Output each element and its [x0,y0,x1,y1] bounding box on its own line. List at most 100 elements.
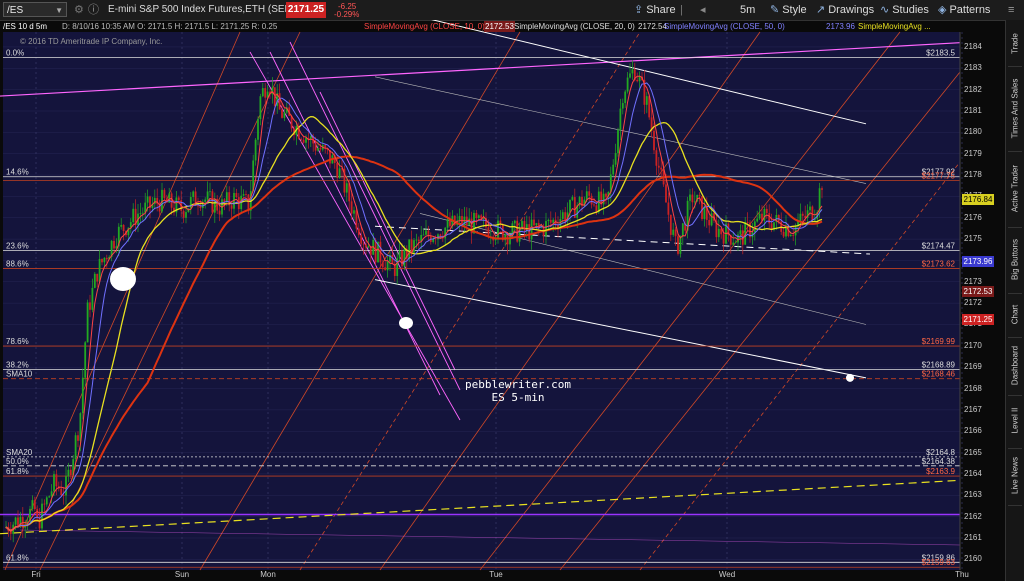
y-tick-label: 2164 [964,468,982,478]
candle-body [230,205,233,209]
candle-body [199,206,202,209]
candle-body [703,206,706,220]
candle-body [14,517,17,525]
y-tick-label: 2184 [964,41,982,51]
candle-body [283,112,286,118]
y-tick-label: 2179 [964,148,982,158]
candle-body [588,191,591,196]
candle-body [53,474,55,492]
sma10-value: 2172.53 [484,21,515,32]
candle-body [132,208,135,223]
interval-button[interactable]: 5m [740,0,755,20]
candle-body [413,240,415,253]
studies-button[interactable]: ∿ Studies [880,0,929,20]
candle-body [317,148,319,151]
candle-body [43,503,46,505]
y-tick-label: 2182 [964,84,982,94]
candle-body [192,191,195,197]
candle-body [545,221,547,236]
style-button[interactable]: ✎ Style [770,0,807,20]
y-tick-label: 2169 [964,362,982,372]
info-icon[interactable]: ⓘ [88,0,99,20]
candle-body [398,250,401,259]
chevron-down-icon[interactable]: ▼ [55,3,63,18]
candle-body [801,213,804,216]
candle-body [105,257,108,260]
candle-body [624,91,627,104]
x-tick-label: Sun [175,570,189,579]
y-tick-label: 2173 [964,276,982,286]
share-button[interactable]: ⇪ Share [634,0,676,20]
sidebar-tab[interactable]: Level II [1006,399,1024,444]
sidebar-tab[interactable]: Chart [1006,297,1024,333]
price-chart[interactable]: 0.0% $2183.514.6% $2177.92$2177.7523.6% $21… [0,20,1006,581]
patterns-button[interactable]: ◈ Patterns [938,0,990,20]
candle-body [242,194,245,196]
candle-body [605,193,607,197]
candle-body [281,109,283,118]
studies-label: Studies [892,4,929,16]
candle-body [204,199,207,202]
gear-icon[interactable]: ⚙ [74,0,84,20]
candle-body [497,220,499,239]
sidebar-tab[interactable]: Times And Sales [1006,70,1024,147]
candle-body [386,261,389,271]
sidebar-tab[interactable]: Big Buttons [1006,231,1024,290]
fib-level-price: $2168.46 [922,370,956,379]
interval-label: 5m [740,4,756,16]
candle-body [48,496,51,498]
candle-body [245,194,247,195]
candle-body [355,210,358,229]
x-tick-label: Thu [955,570,969,579]
candle-body [31,500,34,509]
ohlc-readout: D: 8/10/16 10:35 AM O: 2171.5 H: 2171.5 … [62,22,278,31]
candle-body [631,69,634,74]
back-icon[interactable]: ◂ [700,0,706,20]
candle-body [722,234,725,244]
candle-body [734,242,737,244]
fib-level-price: $2164.38 [922,457,956,466]
candle-body [593,204,595,206]
sidebar-divider [1008,151,1022,152]
candle-body [475,212,478,219]
candle-body [792,234,795,236]
drawings-button[interactable]: ↗ Drawings [816,0,874,20]
y-tick-label: 2168 [964,383,982,393]
sidebar-tab[interactable]: Trade [1006,26,1024,62]
y-tick-label: 2165 [964,447,982,457]
sma20-label: SimpleMovingAvg (CLOSE, 20, 0) [514,22,635,31]
candle-body [444,227,447,239]
candle-body [38,517,41,529]
sidebar-tab[interactable]: Active Trader [1006,155,1024,223]
candle-body [758,213,761,219]
sidebar-tab[interactable]: Dashboard [1006,341,1024,390]
marker-circle [846,373,854,382]
separator: | [680,4,683,16]
sidebar-tab[interactable]: Live News [1006,452,1024,501]
y-tick-label: 2167 [964,404,982,414]
candle-body [446,219,449,228]
chart-application: /ES ▼ ⚙ ⓘ E-mini S&P 500 Index Futures,E… [0,0,1024,581]
toolbar: /ES ▼ ⚙ ⓘ E-mini S&P 500 Index Futures,E… [0,0,1024,21]
y-tick-label: 2175 [964,234,982,244]
annotation-line1: pebblewriter.com [465,378,571,391]
y-tick-label: 2160 [964,554,982,564]
candle-body [211,191,214,213]
candle-body [708,219,711,226]
candle-body [710,213,713,226]
candle-body [698,194,701,197]
fib-level-label: 78.6% [6,337,29,346]
candle-body [139,213,142,214]
candle-body [626,77,629,92]
candle-body [55,474,58,487]
candle-body [559,218,562,228]
candle-body [621,103,624,109]
candle-body [300,138,303,140]
candle-body [477,215,480,219]
candle-body [693,201,696,203]
candle-body [254,139,257,161]
right-sidebar: Trade Times And Sales Active Trader Big But… [1005,20,1024,581]
candle-body [732,242,735,245]
symbol-input[interactable]: /ES ▼ [3,2,67,17]
sidebar-tab-label: Times And Sales [1010,78,1020,138]
